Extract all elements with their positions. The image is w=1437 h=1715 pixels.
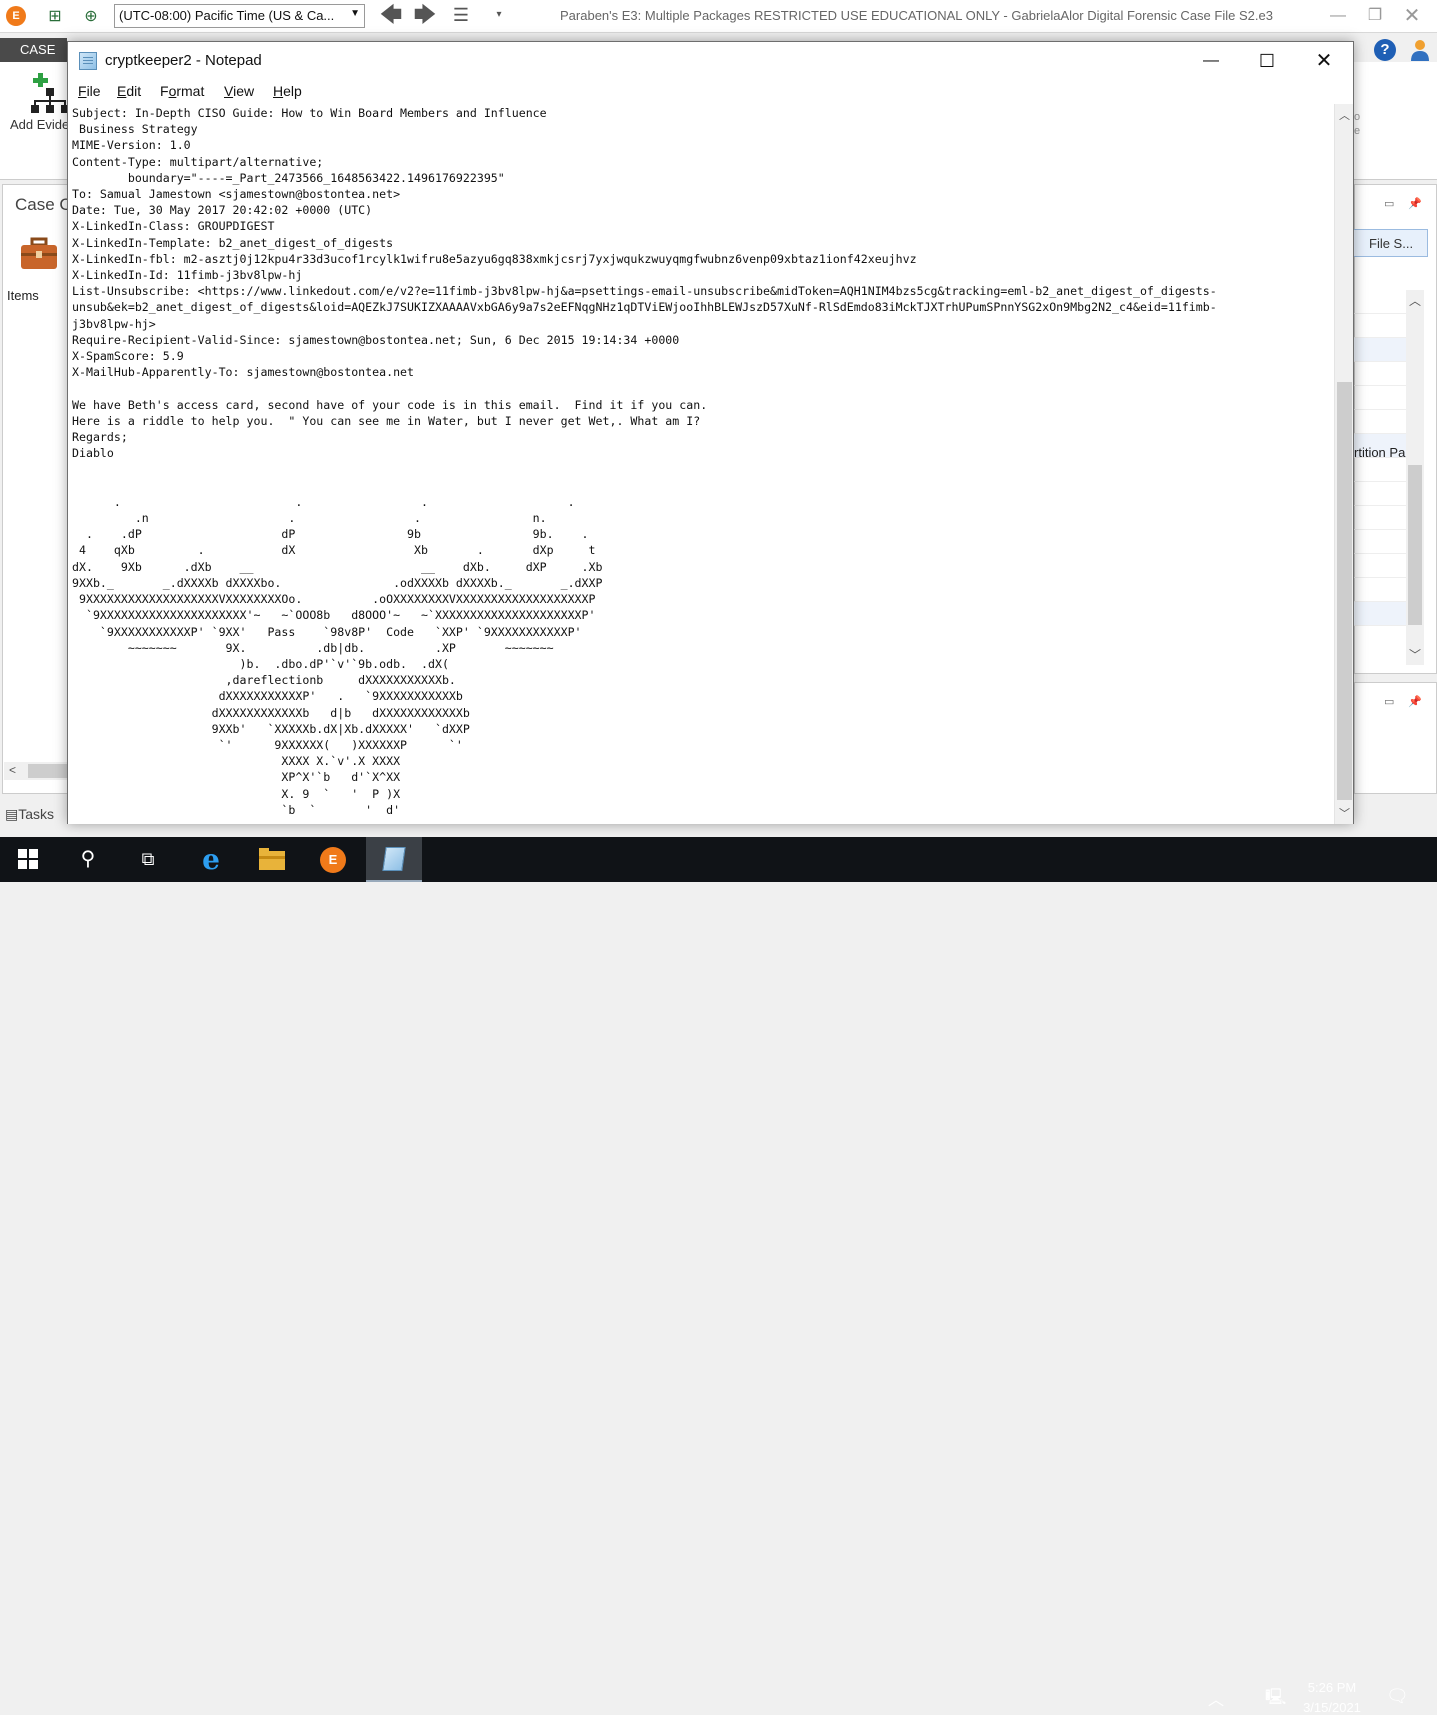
- pane-maximize-icon[interactable]: ▭: [1384, 197, 1394, 210]
- e3-minimize-button[interactable]: —: [1326, 4, 1350, 28]
- chevron-down-icon: ▼: [350, 8, 360, 19]
- customize-toolbar-icon[interactable]: ▾: [486, 4, 512, 28]
- file-system-tab[interactable]: File S...: [1350, 229, 1428, 257]
- minimize-button[interactable]: —: [1188, 45, 1234, 77]
- menu-view[interactable]: View: [224, 83, 254, 99]
- notepad-content[interactable]: Subject: In-Depth CISO Guide: How to Win…: [72, 105, 1217, 818]
- add-evidence-label[interactable]: Add Evide: [10, 117, 69, 132]
- search-icon[interactable]: ⚲: [60, 837, 116, 882]
- menu-format[interactable]: Format: [160, 83, 204, 99]
- case-panel-horizontal-scrollbar[interactable]: <: [4, 762, 68, 780]
- notepad-window: cryptkeeper2 - Notepad — ☐ ✕ File Edit F…: [67, 41, 1354, 824]
- scroll-thumb[interactable]: [1408, 465, 1422, 625]
- start-button[interactable]: [0, 837, 56, 882]
- right-grid: [1354, 290, 1406, 665]
- add-evidence-icon[interactable]: [30, 70, 70, 114]
- paraben-e3-taskbar-icon[interactable]: E: [305, 837, 361, 882]
- scroll-down-icon[interactable]: ﹀: [1409, 646, 1421, 663]
- right-panel-vertical-scrollbar[interactable]: ︿ ﹀: [1406, 290, 1424, 665]
- list-icon[interactable]: ☰: [448, 4, 474, 28]
- taskbar: ⚲ ⧉ e E ︿ 🖳 5:26 PM 3/15/2021 🗨: [0, 837, 1437, 1715]
- windows-icon: [18, 849, 38, 869]
- tasks-tab[interactable]: ▤Tasks: [5, 806, 54, 823]
- close-button[interactable]: ✕: [1301, 45, 1347, 77]
- notepad-title: cryptkeeper2 - Notepad: [105, 52, 262, 69]
- add-node-icon[interactable]: ⊕: [80, 6, 102, 28]
- user-icon[interactable]: [1409, 38, 1431, 62]
- case-panel-title: Case C: [15, 195, 72, 214]
- e3-close-button[interactable]: ✕: [1400, 4, 1424, 28]
- scroll-up-icon[interactable]: ︿: [1339, 107, 1350, 123]
- scroll-up-icon[interactable]: ︿: [1409, 292, 1421, 309]
- back-arrow-icon[interactable]: 🡄: [378, 4, 404, 28]
- scroll-down-icon[interactable]: ﹀: [1339, 805, 1350, 821]
- e3-title-bar: E ⊞ ⊕ (UTC-08:00) Pacific Time (US & Ca.…: [0, 0, 1437, 33]
- e3-logo-icon: E: [6, 6, 26, 26]
- menu-file[interactable]: File: [78, 83, 101, 99]
- task-view-icon[interactable]: ⧉: [120, 837, 176, 882]
- notepad-text-area[interactable]: Subject: In-Depth CISO Guide: How to Win…: [68, 104, 1334, 824]
- e3-window-title: Paraben's E3: Multiple Packages RESTRICT…: [560, 8, 1273, 23]
- maximize-button[interactable]: ☐: [1244, 45, 1290, 77]
- scroll-left-icon[interactable]: <: [9, 763, 16, 777]
- notepad-menu-bar: File Edit Format View Help: [68, 81, 1353, 103]
- network-icon[interactable]: 🖳: [1265, 1686, 1286, 1713]
- ribbon-tab-case[interactable]: CASE: [0, 38, 67, 62]
- pin-icon[interactable]: 📌: [1408, 695, 1422, 708]
- pin-icon[interactable]: 📌: [1408, 197, 1422, 210]
- notepad-taskbar-icon[interactable]: [366, 837, 422, 882]
- forward-arrow-icon[interactable]: 🡆: [412, 4, 438, 28]
- timezone-select[interactable]: (UTC-08:00) Pacific Time (US & Ca... ▼: [114, 4, 365, 28]
- pane-maximize-icon[interactable]: ▭: [1384, 695, 1394, 708]
- case-panel: [2, 184, 68, 794]
- action-center-icon[interactable]: 🗨: [1386, 1686, 1409, 1707]
- timezone-value: (UTC-08:00) Pacific Time (US & Ca...: [119, 8, 335, 23]
- notepad-icon: [79, 52, 97, 70]
- items-label[interactable]: Items: [7, 288, 39, 303]
- menu-edit[interactable]: Edit: [117, 83, 141, 99]
- briefcase-icon[interactable]: [20, 236, 58, 272]
- ribbon-right-text: o e: [1354, 111, 1361, 137]
- notepad-title-bar[interactable]: cryptkeeper2 - Notepad — ☐ ✕: [68, 42, 1353, 79]
- help-icon[interactable]: ?: [1374, 39, 1396, 61]
- tasks-label: Tasks: [18, 806, 55, 822]
- scroll-thumb[interactable]: [28, 764, 68, 778]
- hierarchy-icon[interactable]: ⊞: [44, 6, 66, 28]
- menu-help[interactable]: Help: [273, 83, 302, 99]
- tasks-icon: ▤: [5, 806, 19, 822]
- notepad-vertical-scrollbar[interactable]: ︿ ﹀: [1334, 104, 1353, 824]
- show-hidden-icons-icon[interactable]: ︿: [1208, 1686, 1224, 1710]
- internet-explorer-icon[interactable]: e: [183, 837, 239, 882]
- file-explorer-icon[interactable]: [244, 837, 300, 882]
- clock-time[interactable]: 5:26 PM: [1300, 1680, 1364, 1695]
- clock-date[interactable]: 3/15/2021: [1300, 1700, 1364, 1715]
- scroll-thumb[interactable]: [1337, 382, 1352, 800]
- e3-restore-button[interactable]: ❐: [1363, 4, 1387, 28]
- right-panel-lower: [1354, 682, 1437, 794]
- partition-label[interactable]: rtition Pa: [1354, 445, 1405, 460]
